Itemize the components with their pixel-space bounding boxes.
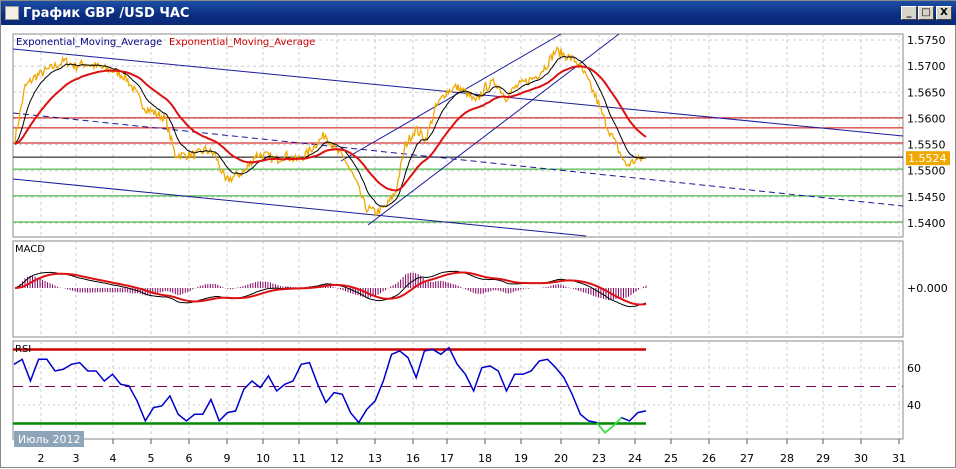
x-tick-label: 20 (554, 452, 568, 465)
price-axis-label: 1.5650 (907, 86, 946, 99)
x-tick-label: 29 (816, 452, 830, 465)
x-tick-label: 26 (702, 452, 716, 465)
legend-ema-1: Exponential_Moving_Average (16, 37, 162, 48)
x-tick-label: 13 (368, 452, 382, 465)
x-tick-label: 19 (514, 452, 528, 465)
x-tick-label: 10 (256, 452, 270, 465)
price-axis-label: 1.5500 (907, 165, 946, 178)
price-panel (12, 33, 904, 238)
price-axis-label: 1.5600 (907, 112, 946, 125)
x-tick-label: 6 (186, 452, 193, 465)
close-button[interactable]: X (936, 6, 952, 20)
current-price-label: 1.5524 (908, 152, 947, 165)
x-tick-label: 3 (73, 452, 80, 465)
x-tick-label: 17 (440, 452, 454, 465)
x-tick-label: 24 (628, 452, 642, 465)
chart-window: График GBP /USD ЧАС _ □ X 2 3 4 5 6 9 10 11 12 13… (0, 0, 956, 468)
x-tick-label: 25 (664, 452, 678, 465)
x-tick-label: 27 (740, 452, 754, 465)
macd-label: MACD (15, 244, 45, 255)
x-tick-label: 12 (330, 452, 344, 465)
price-axis-label: 1.5750 (907, 34, 946, 47)
price-axis-label: 1.5550 (907, 139, 946, 152)
price-axis-label: 1.5700 (907, 60, 946, 73)
x-tick-label: 23 (592, 452, 606, 465)
chart-area[interactable]: 2 3 4 5 6 9 10 11 12 13 16 17 18 19 20 23 24 25 26 27 28 29 30… (1, 25, 955, 469)
x-tick-label: 31 (892, 452, 906, 465)
period-label: Июль 2012 (18, 433, 81, 446)
x-tick-label: 9 (224, 452, 231, 465)
x-tick-label: 11 (292, 452, 306, 465)
rsi-label: RSI (15, 344, 31, 355)
rsi-axis-label: 60 (907, 362, 921, 375)
x-tick-label: 28 (780, 452, 794, 465)
x-tick-label: 18 (478, 452, 492, 465)
macd-panel (12, 240, 904, 338)
maximize-button[interactable]: □ (918, 6, 934, 20)
x-tick-label: 2 (38, 452, 45, 465)
x-tick-label: 4 (110, 452, 117, 465)
x-tick-label: 5 (148, 452, 155, 465)
legend-ema-2: Exponential_Moving_Average (169, 37, 315, 48)
window-title: График GBP /USD ЧАС (23, 5, 190, 21)
minimize-button[interactable]: _ (901, 6, 917, 20)
x-tick-label: 16 (406, 452, 420, 465)
price-axis-label: 1.5450 (907, 191, 946, 204)
rsi-axis-label: 40 (907, 399, 921, 412)
x-tick-label: 30 (854, 452, 868, 465)
price-axis-label: 1.5400 (907, 217, 946, 230)
title-bar[interactable]: График GBP /USD ЧАС _ □ X (1, 1, 956, 25)
macd-axis-label: +0.000 (907, 282, 948, 295)
chart-app-icon (5, 6, 19, 20)
